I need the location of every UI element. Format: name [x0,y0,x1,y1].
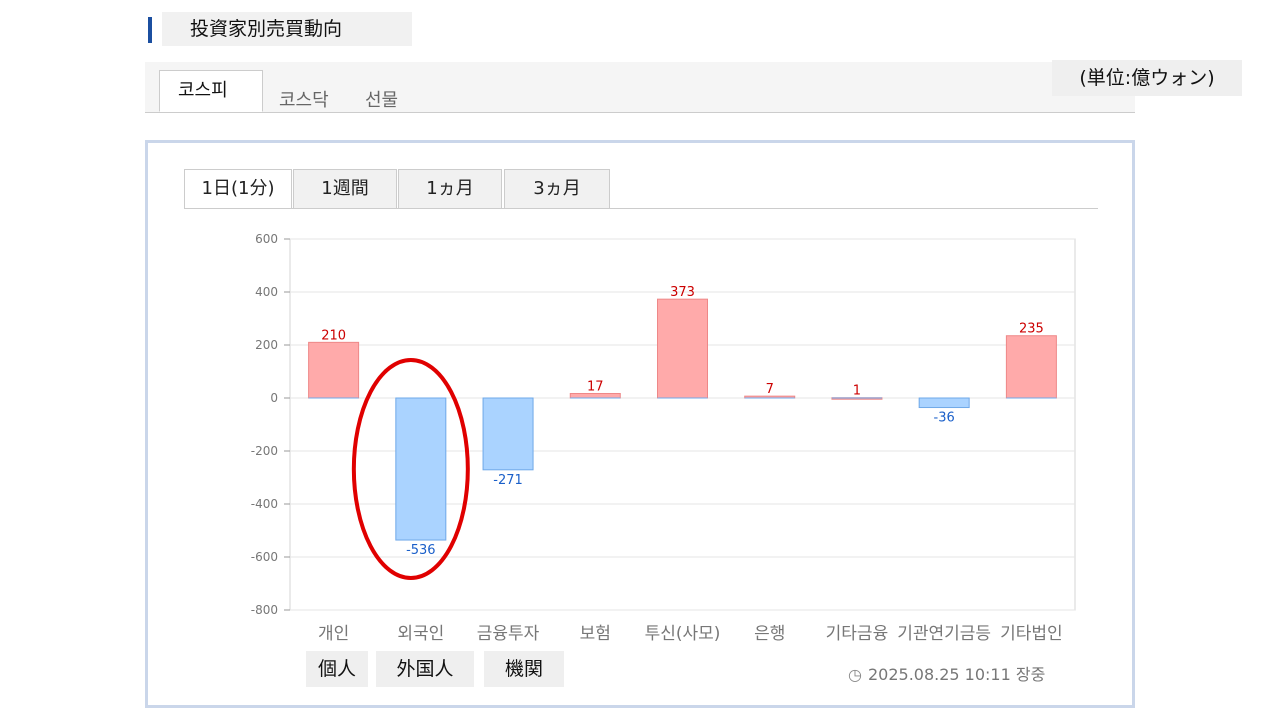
heading-accent-bar [148,17,152,43]
x-tick-label-0: 개인 [318,624,349,643]
x-tick-label-5: 은행 [754,624,785,643]
data-label-6: 1 [853,384,861,399]
y-tick-label: -800 [251,603,278,617]
tab-kospi[interactable]: 코스피 [159,70,263,112]
x-tick-label-3: 보험 [580,624,611,643]
x-tick-label-6: 기타금융 [826,624,889,643]
x-tick-label-7: 기관연기금등 [897,624,991,643]
market-tabstrip: 코스피 코스닥 선물 [145,62,1135,113]
x-tick-label-2: 금융투자 [477,624,540,643]
y-tick-label: -200 [251,444,278,458]
data-label-1: -536 [406,543,436,558]
data-label-5: 7 [766,382,774,397]
timestamp: ◷ 2025.08.25 10:11 장중 [848,661,1045,685]
x-tick-label-4: 투신(사모) [645,624,721,643]
investor-bar-chart: 600 400 200 0 -200 -400 -600 -800 210 개인 -536 외국인 -2… [251,232,1076,643]
bar-4 [657,298,708,399]
bar-8 [1005,335,1057,399]
y-tick-label: 200 [255,338,278,352]
unit-label: (単位:億ウォン) [1052,60,1242,96]
tab-futures[interactable]: 선물 [365,86,398,112]
timestamp-text: 2025.08.25 10:11 장중 [867,665,1046,684]
x-tick-label-1: 외국인 [397,624,444,643]
data-label-2: -271 [493,473,523,488]
data-label-3: 17 [587,379,604,394]
data-label-4: 373 [670,285,695,300]
chart-panel: 1日(1分) 1週間 1ヵ月 3ヵ月 600 400 200 0 -200 -400 -60… [145,140,1135,708]
x-tick-label-8: 기타법인 [1000,624,1063,643]
tab-kosdaq[interactable]: 코스닥 [279,86,329,112]
annotation-foreign: 外国人 [376,651,474,687]
data-label-0: 210 [321,328,346,343]
page-title: 投資家別売買動向 [162,12,412,46]
y-tick-label: -600 [251,550,278,564]
annotation-individual: 個人 [306,651,368,687]
y-tick-label: 600 [255,232,278,246]
y-tick-label: -400 [251,497,278,511]
data-label-8: 235 [1019,322,1044,337]
y-tick-label: 400 [255,285,278,299]
bar-1 [395,397,447,541]
y-tick-label: 0 [270,391,278,405]
clock-icon: ◷ [848,665,862,684]
bar-2 [482,397,534,471]
bar-0 [308,341,360,399]
data-label-7: -36 [934,411,955,426]
bar-7 [918,397,970,409]
annotation-institution: 機関 [484,651,564,687]
